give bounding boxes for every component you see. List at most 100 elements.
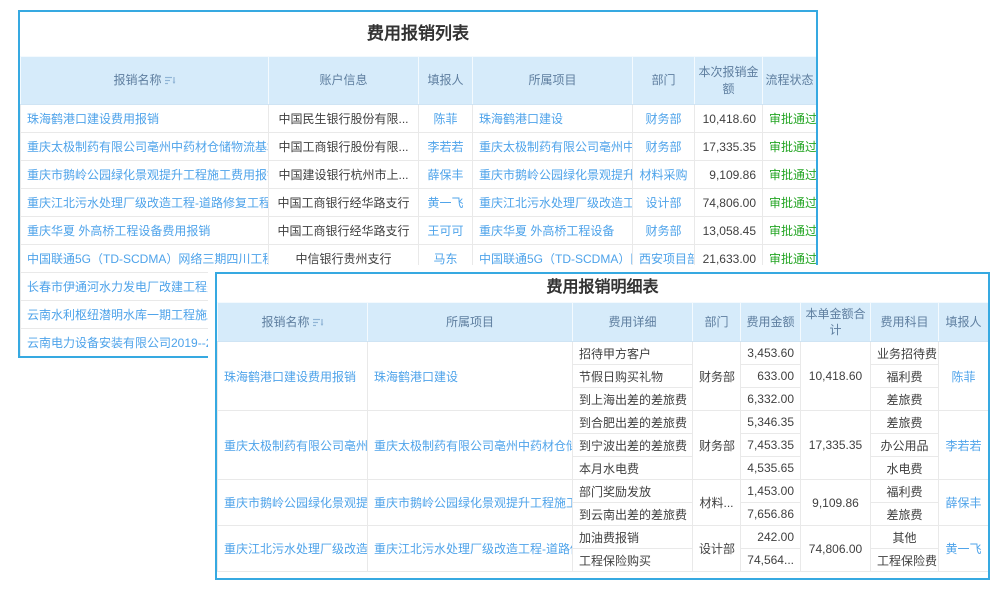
cell-expense-amount: 74,564...	[741, 549, 801, 572]
cell-expense-subject: 业务招待费	[871, 342, 939, 365]
cell-report-name[interactable]: 重庆太极制药有限公司亳州中药材仓储物流基地项目费用报销	[218, 411, 368, 480]
cell-expense-amount: 1,453.00	[741, 480, 801, 503]
cell-project[interactable]: 重庆江北污水处理厂级改造工程-道路修复工程	[368, 526, 573, 572]
cell-project[interactable]: 重庆市鹅岭公园绿化景观提升...	[473, 161, 633, 189]
cell-total-amount: 74,806.00	[801, 526, 871, 572]
cell-expense-subject: 工程保险费	[871, 549, 939, 572]
col-header-reporter: 填报人	[419, 57, 473, 105]
cell-reporter[interactable]: 陈菲	[419, 105, 473, 133]
cell-reporter[interactable]: 李若若	[419, 133, 473, 161]
cell-account: 中国工商银行经华路支行	[269, 217, 419, 245]
cell-status: 审批通过	[763, 133, 817, 161]
cell-reporter[interactable]: 黄一飞	[939, 526, 989, 572]
cell-amount: 10,418.60	[695, 105, 763, 133]
cell-project[interactable]: 珠海鹤港口建设	[368, 342, 573, 411]
col-header-expense-amount: 费用金额	[741, 303, 801, 342]
cell-dept[interactable]: 财务部	[633, 217, 695, 245]
col-header-reporter: 填报人	[939, 303, 989, 342]
col-header-report-name[interactable]: 报销名称	[21, 57, 269, 105]
cell-account: 中国工商银行经华路支行	[269, 189, 419, 217]
cell-project[interactable]: 重庆太极制药有限公司亳州中...	[473, 133, 633, 161]
cell-dept[interactable]: 财务部	[633, 133, 695, 161]
col-header-dept: 部门	[693, 303, 741, 342]
col-header-account: 账户信息	[269, 57, 419, 105]
cell-expense-subject: 差旅费	[871, 411, 939, 434]
cell-reporter[interactable]: 黄一飞	[419, 189, 473, 217]
expense-detail-header-row: 报销名称 所属项目 费用详细 部门 费用金额 本单金额合计 费用科目 填报人	[218, 303, 989, 342]
cell-dept[interactable]: 材料采购	[633, 161, 695, 189]
cell-report-name[interactable]: 珠海鹤港口建设费用报销	[21, 105, 269, 133]
cell-amount: 9,109.86	[695, 161, 763, 189]
cell-amount: 17,335.35	[695, 133, 763, 161]
col-header-project: 所属项目	[368, 303, 573, 342]
cell-dept: 设计部	[693, 526, 741, 572]
cell-expense-amount: 6,332.00	[741, 388, 801, 411]
cell-reporter[interactable]: 李若若	[939, 411, 989, 480]
cell-expense-subject: 福利费	[871, 480, 939, 503]
col-header-report-name[interactable]: 报销名称	[218, 303, 368, 342]
cell-reporter[interactable]: 王可可	[419, 217, 473, 245]
cell-project[interactable]: 珠海鹤港口建设	[473, 105, 633, 133]
cell-expense-amount: 3,453.60	[741, 342, 801, 365]
cell-report-name[interactable]: 重庆华夏 外高桥工程设备费用报销	[21, 217, 269, 245]
cell-expense-detail: 到合肥出差的差旅费	[573, 411, 693, 434]
cell-expense-amount: 7,656.86	[741, 503, 801, 526]
cell-amount: 21,633.00	[695, 245, 763, 273]
cell-dept: 财务部	[693, 411, 741, 480]
cell-dept[interactable]: 西安项目部	[633, 245, 695, 273]
expense-detail-card: 费用报销明细表 报销名称 所属项目 费用详细 部门 费用金额 本单金额合计 费用…	[215, 272, 990, 580]
expense-detail-row: 珠海鹤港口建设费用报销珠海鹤港口建设招待甲方客户财务部3,453.6010,41…	[218, 342, 989, 365]
cell-total-amount: 17,335.35	[801, 411, 871, 480]
cell-expense-detail: 加油费报销	[573, 526, 693, 549]
expense-detail-title: 费用报销明细表	[217, 274, 988, 302]
cell-project[interactable]: 中国联通5G（TD-SCDMA）网...	[473, 245, 633, 273]
cell-expense-subject: 水电费	[871, 457, 939, 480]
cell-reporter[interactable]: 马东	[419, 245, 473, 273]
cell-reporter[interactable]: 薛保丰	[419, 161, 473, 189]
cell-status: 审批通过	[763, 189, 817, 217]
expense-list-row: 珠海鹤港口建设费用报销中国民生银行股份有限...陈菲珠海鹤港口建设财务部10,4…	[21, 105, 817, 133]
col-header-amount: 本次报销金额	[695, 57, 763, 105]
sort-icon[interactable]	[313, 318, 324, 327]
cell-project[interactable]: 重庆华夏 外高桥工程设备	[473, 217, 633, 245]
cell-report-name[interactable]: 重庆太极制药有限公司亳州中药材仓储物流基地项...	[21, 133, 269, 161]
cell-account: 中国民生银行股份有限...	[269, 105, 419, 133]
cell-dept[interactable]: 财务部	[633, 105, 695, 133]
expense-list-row: 重庆太极制药有限公司亳州中药材仓储物流基地项...中国工商银行股份有限...李若…	[21, 133, 817, 161]
cell-reporter[interactable]: 陈菲	[939, 342, 989, 411]
sort-icon[interactable]	[165, 76, 176, 85]
cell-expense-detail: 节假日购买礼物	[573, 365, 693, 388]
cell-expense-amount: 242.00	[741, 526, 801, 549]
cell-project[interactable]: 重庆江北污水处理厂级改造工...	[473, 189, 633, 217]
expense-detail-row: 重庆江北污水处理厂级改造工程-道路修复工程费用报销重庆江北污水处理厂级改造工程-…	[218, 526, 989, 549]
expense-list-row: 重庆江北污水处理厂级改造工程-道路修复工程费用...中国工商银行经华路支行黄一飞…	[21, 189, 817, 217]
cell-report-name[interactable]: 重庆江北污水处理厂级改造工程-道路修复工程费用报销	[218, 526, 368, 572]
col-header-expense-detail: 费用详细	[573, 303, 693, 342]
cell-expense-detail: 本月水电费	[573, 457, 693, 480]
cell-status: 审批通过	[763, 245, 817, 273]
cell-expense-amount: 5,346.35	[741, 411, 801, 434]
expense-list-row: 重庆市鹅岭公园绿化景观提升工程施工费用报销中国建设银行杭州市上...薛保丰重庆市…	[21, 161, 817, 189]
expense-list-header-row: 报销名称 账户信息 填报人 所属项目 部门 本次报销金额 流程状态	[21, 57, 817, 105]
cell-dept[interactable]: 设计部	[633, 189, 695, 217]
cell-status: 审批通过	[763, 105, 817, 133]
expense-list-row: 中国联通5G（TD-SCDMA）网络三期四川工程费...中信银行贵州支行马东中国…	[21, 245, 817, 273]
cell-expense-detail: 招待甲方客户	[573, 342, 693, 365]
cell-report-name[interactable]: 重庆江北污水处理厂级改造工程-道路修复工程费用...	[21, 189, 269, 217]
cell-report-name[interactable]: 重庆市鹅岭公园绿化景观提升工程施工费用报销	[218, 480, 368, 526]
cell-reporter[interactable]: 薛保丰	[939, 480, 989, 526]
cell-expense-subject: 差旅费	[871, 503, 939, 526]
cell-expense-subject: 其他	[871, 526, 939, 549]
expense-detail-table: 报销名称 所属项目 费用详细 部门 费用金额 本单金额合计 费用科目 填报人 珠…	[217, 302, 989, 572]
cell-total-amount: 9,109.86	[801, 480, 871, 526]
cell-report-name[interactable]: 中国联通5G（TD-SCDMA）网络三期四川工程费...	[21, 245, 269, 273]
cell-expense-amount: 7,453.35	[741, 434, 801, 457]
expense-detail-row: 重庆市鹅岭公园绿化景观提升工程施工费用报销重庆市鹅岭公园绿化景观提升工程施工部门…	[218, 480, 989, 503]
cell-report-name[interactable]: 重庆市鹅岭公园绿化景观提升工程施工费用报销	[21, 161, 269, 189]
cell-account: 中国工商银行股份有限...	[269, 133, 419, 161]
col-header-project: 所属项目	[473, 57, 633, 105]
cell-project[interactable]: 重庆太极制药有限公司亳州中药材仓储物流基地项目	[368, 411, 573, 480]
cell-report-name[interactable]: 珠海鹤港口建设费用报销	[218, 342, 368, 411]
cell-project[interactable]: 重庆市鹅岭公园绿化景观提升工程施工	[368, 480, 573, 526]
cell-expense-detail: 到宁波出差的差旅费	[573, 434, 693, 457]
